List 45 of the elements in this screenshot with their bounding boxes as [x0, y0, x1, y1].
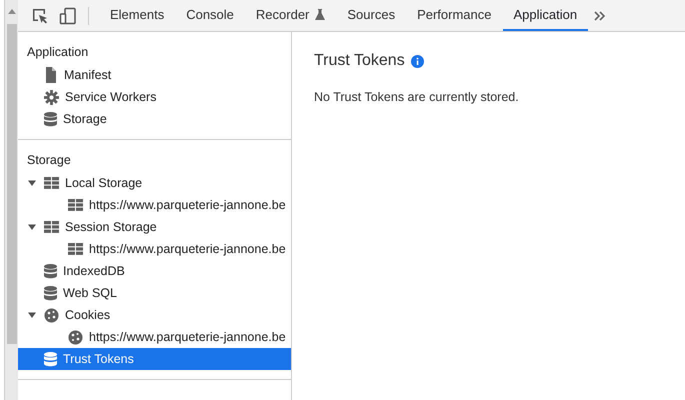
expand-arrow-icon[interactable]	[28, 179, 36, 187]
expand-arrow-icon[interactable]	[28, 311, 36, 319]
cookie-icon	[44, 308, 59, 322]
database-icon	[44, 286, 57, 300]
tree-item[interactable]: Storage	[18, 108, 291, 130]
tab[interactable]: Application	[502, 0, 588, 31]
cookie-icon	[68, 330, 83, 344]
tree-item[interactable]: Trust Tokens	[18, 348, 291, 370]
tree-item[interactable]: IndexedDB	[18, 260, 291, 282]
tab[interactable]: Sources	[336, 0, 406, 31]
tree-item[interactable]: Cookies	[18, 304, 291, 326]
gear-icon	[44, 90, 59, 104]
tree-item[interactable]: Session Storage	[18, 216, 291, 238]
tab[interactable]: Console	[175, 0, 245, 31]
tree-item[interactable]: https://www.parqueterie-jannone.be	[18, 238, 291, 260]
expand-arrow-icon[interactable]	[28, 223, 36, 231]
section-heading: Application	[26, 44, 90, 61]
tree-item[interactable]: https://www.parqueterie-jannone.be	[18, 194, 291, 216]
tab[interactable]: Elements	[99, 0, 176, 31]
tree-item[interactable]: Web SQL	[18, 282, 291, 304]
file-icon	[44, 67, 58, 83]
section-heading: Storage	[26, 152, 72, 169]
tab[interactable]: Performance	[406, 0, 502, 31]
database-icon	[44, 112, 57, 126]
tree-item[interactable]: Manifest	[18, 64, 291, 86]
database-icon	[44, 264, 57, 278]
tree-item[interactable]: https://www.parqueterie-jannone.be	[18, 326, 291, 348]
scroll-thumb[interactable]	[6, 24, 16, 344]
info-icon[interactable]	[410, 54, 424, 68]
table-icon	[44, 177, 59, 189]
empty-message: No Trust Tokens are currently stored.	[314, 90, 520, 104]
tree-item[interactable]: Service Workers	[18, 86, 291, 108]
scrollbar[interactable]	[4, 0, 18, 400]
tab[interactable]: Recorder	[244, 0, 336, 31]
more-tabs-icon[interactable]	[594, 10, 606, 20]
panel-title: Trust Tokens	[314, 52, 405, 70]
scroll-up-icon[interactable]	[8, 8, 16, 14]
table-icon	[68, 199, 83, 211]
table-icon	[68, 243, 83, 255]
device-icon[interactable]	[59, 6, 77, 24]
table-icon	[44, 221, 59, 233]
inspect-icon[interactable]	[31, 6, 49, 24]
database-icon	[44, 352, 57, 366]
tree-item[interactable]: Local Storage	[18, 172, 291, 194]
flask-icon	[315, 9, 326, 20]
